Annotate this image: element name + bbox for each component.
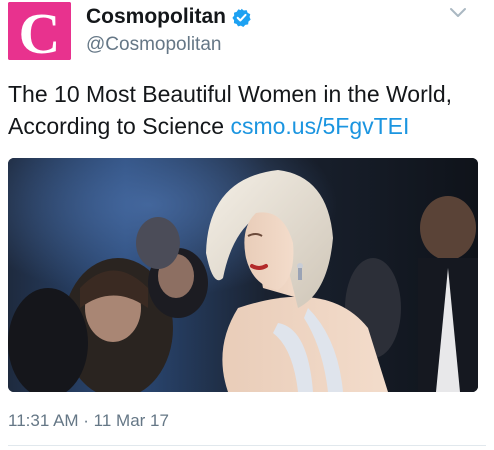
tweet-media-photo[interactable] <box>8 158 478 392</box>
tweet-timestamp[interactable]: 11:31 AM · 11 Mar 17 <box>8 411 169 431</box>
avatar[interactable]: C <box>8 2 71 60</box>
account-handle[interactable]: @Cosmopolitan <box>86 34 221 56</box>
divider <box>8 445 486 446</box>
avatar-letter: C <box>19 2 61 60</box>
tweet-card[interactable]: C Cosmopolitan @Cosmopolitan The 10 Most… <box>0 0 494 450</box>
account-name-row[interactable]: Cosmopolitan <box>86 2 251 32</box>
tweet-text: The 10 Most Beautiful Women in the World… <box>8 78 486 142</box>
tweet-link[interactable]: csmo.us/5FgvTEI <box>230 113 409 139</box>
verified-badge-icon <box>232 8 251 27</box>
account-name[interactable]: Cosmopolitan <box>86 5 226 29</box>
chevron-down-icon[interactable] <box>449 6 467 18</box>
